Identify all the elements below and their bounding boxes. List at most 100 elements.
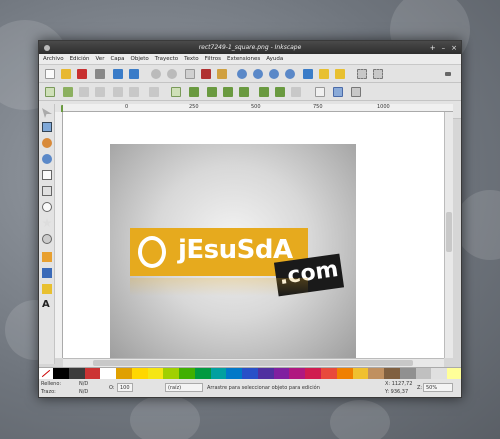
calligraphy-tool-icon[interactable] [42, 284, 52, 294]
snap-bbox-icon[interactable] [63, 87, 73, 97]
duplicate-icon[interactable] [303, 69, 313, 79]
ruler-mark: 1000 [377, 104, 390, 110]
minimize-button[interactable]: – [442, 44, 446, 52]
maximize-button[interactable]: + [430, 44, 436, 52]
3d-box-tool-icon[interactable] [42, 186, 52, 196]
clone-icon[interactable] [319, 69, 329, 79]
snap-midpoint-path-icon[interactable] [239, 87, 249, 97]
status-message: Arrastre para seleccionar objeto para ed… [207, 385, 320, 391]
cursor-x: X: 1127,72 [385, 381, 413, 387]
undo-icon[interactable] [151, 69, 161, 79]
menu-archivo[interactable]: Archivo [43, 56, 64, 62]
snap-grid-icon[interactable] [333, 87, 343, 97]
title-bar: rect7249-1_square.png - Inkscape + – × [39, 41, 461, 54]
tweak-tool-icon[interactable] [42, 138, 52, 148]
zoom-width-icon[interactable] [285, 69, 295, 79]
snap-toggle-icon[interactable] [45, 87, 55, 97]
background-bokeh [130, 395, 200, 439]
stroke-indicator[interactable]: N/D [79, 389, 88, 395]
print-icon[interactable] [95, 69, 105, 79]
zoom-drawing-icon[interactable] [253, 69, 263, 79]
zoom-label: Z: [417, 385, 423, 391]
pen-tool-icon[interactable] [42, 268, 52, 278]
text-tool-icon[interactable]: A [42, 300, 52, 310]
redo-icon[interactable] [167, 69, 177, 79]
cut-icon[interactable] [201, 69, 211, 79]
logo-emblem [138, 236, 166, 268]
cursor-y: Y: 936,37 [385, 389, 409, 395]
zoom-field[interactable]: 50% [423, 383, 453, 392]
status-bar: Relleno: Trazo: N/D N/D O: 100 (raíz) Ar… [39, 379, 461, 397]
inkscape-window: rect7249-1_square.png - Inkscape + – × A… [38, 40, 462, 398]
snap-text-baseline-icon[interactable] [291, 87, 301, 97]
paste-icon[interactable] [217, 69, 227, 79]
group-icon[interactable] [357, 69, 367, 79]
overflow-menu-icon[interactable] [445, 72, 451, 76]
snap-bbox-edge-icon[interactable] [79, 87, 89, 97]
horizontal-scroll-thumb[interactable] [93, 360, 413, 366]
menu-objeto[interactable]: Objeto [131, 56, 149, 62]
vertical-scrollbar[interactable] [444, 112, 453, 358]
commands-toolbar [39, 65, 461, 83]
drawing-canvas[interactable]: jEsuSdA .com [63, 112, 444, 362]
ungroup-icon[interactable] [373, 69, 383, 79]
stroke-label: Trazo: [41, 389, 56, 395]
menu-extensiones[interactable]: Extensiones [227, 56, 260, 62]
snap-midpoint-icon[interactable] [113, 87, 123, 97]
bitmap-image[interactable]: jEsuSdA .com [110, 144, 356, 362]
menu-ayuda[interactable]: Ayuda [266, 56, 283, 62]
left-ruler [55, 112, 63, 358]
opacity-field[interactable]: 100 [117, 383, 133, 392]
snap-smooth-icon[interactable] [223, 87, 233, 97]
vertical-scroll-thumb[interactable] [446, 212, 452, 252]
zoom-page-icon[interactable] [269, 69, 279, 79]
snap-object-center-icon[interactable] [259, 87, 269, 97]
snap-page-border-icon[interactable] [315, 87, 325, 97]
ruler-mark: 500 [251, 104, 261, 110]
snap-toolbar [39, 83, 461, 101]
ruler-mark: 250 [189, 104, 199, 110]
snap-paths-icon[interactable] [171, 87, 181, 97]
zoom-selection-icon[interactable] [237, 69, 247, 79]
color-palette [39, 367, 461, 380]
logo-text: jEsuSdA [178, 235, 293, 265]
save-icon[interactable] [77, 69, 87, 79]
menu-trayecto[interactable]: Trayecto [155, 56, 178, 62]
rectangle-tool-icon[interactable] [42, 170, 52, 180]
node-tool-icon[interactable] [42, 122, 52, 132]
pencil-tool-icon[interactable] [42, 252, 52, 262]
top-ruler: 0 250 500 750 1000 [63, 104, 453, 112]
menu-edicion[interactable]: Edición [70, 56, 90, 62]
new-document-icon[interactable] [45, 69, 55, 79]
layer-select[interactable]: (raíz) [165, 383, 203, 392]
snap-rotation-center-icon[interactable] [275, 87, 285, 97]
ruler-mark: 750 [313, 104, 323, 110]
snap-center-icon[interactable] [129, 87, 139, 97]
export-icon[interactable] [129, 69, 139, 79]
selector-tool-icon[interactable] [42, 108, 52, 118]
snap-guide-icon[interactable] [351, 87, 361, 97]
copy-icon[interactable] [185, 69, 195, 79]
snap-path-intersection-icon[interactable] [189, 87, 199, 97]
spiral-tool-icon[interactable] [42, 234, 52, 244]
snap-bbox-corner-icon[interactable] [95, 87, 105, 97]
zoom-tool-icon[interactable] [42, 154, 52, 164]
menu-ver[interactable]: Ver [95, 56, 104, 62]
snap-nodes-icon[interactable] [149, 87, 159, 97]
horizontal-scrollbar[interactable] [63, 358, 444, 367]
menu-capa[interactable]: Capa [110, 56, 124, 62]
logo-reflection [130, 278, 308, 296]
menu-bar: Archivo Edición Ver Capa Objeto Trayecto… [39, 54, 461, 65]
star-tool-icon[interactable] [42, 218, 52, 228]
import-icon[interactable] [113, 69, 123, 79]
snap-cusp-icon[interactable] [207, 87, 217, 97]
menu-texto[interactable]: Texto [184, 56, 199, 62]
ellipse-tool-icon[interactable] [42, 202, 52, 212]
fill-indicator[interactable]: N/D [79, 381, 88, 387]
close-button[interactable]: × [451, 44, 457, 52]
unlink-clone-icon[interactable] [335, 69, 345, 79]
open-icon[interactable] [61, 69, 71, 79]
fill-label: Relleno: [41, 381, 62, 387]
opacity-label: O: [109, 385, 115, 391]
menu-filtros[interactable]: Filtros [205, 56, 221, 62]
